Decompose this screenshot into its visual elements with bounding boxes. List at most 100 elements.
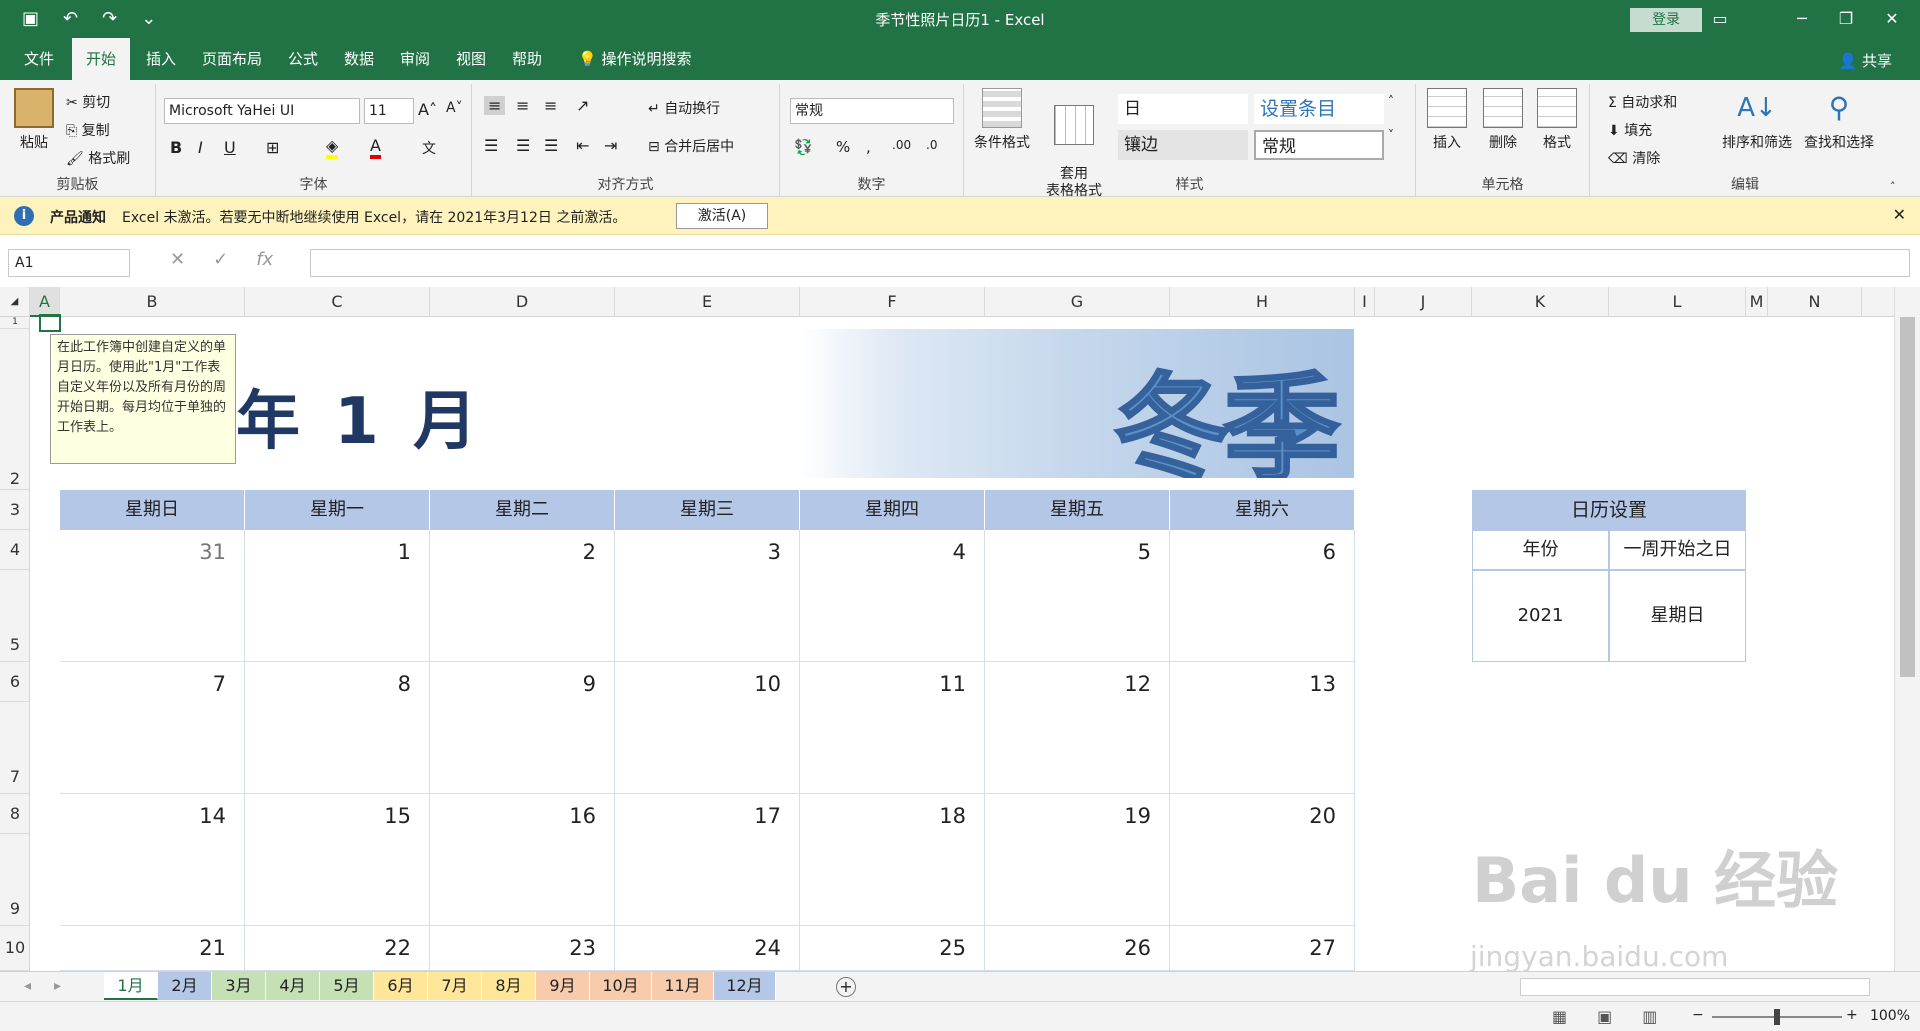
fill-color-icon[interactable]: ◈ [326,136,339,159]
normal-view-icon[interactable]: ▦ [1552,1007,1567,1026]
sheet-tab[interactable]: 4月 [266,972,320,1000]
day-cell[interactable]: 7 [60,662,245,794]
prev-sheet-icon[interactable]: ◂ [24,978,31,994]
sheet-tab[interactable]: 7月 [428,972,482,1000]
column-header[interactable]: C [245,287,430,317]
increase-decimal-icon[interactable]: .00 [892,138,911,152]
day-cell[interactable]: 10 [615,662,800,794]
orientation-icon[interactable]: ↗ [576,96,589,115]
row-header[interactable]: 8 [0,794,30,834]
tab-insert[interactable]: 插入 [142,38,180,80]
column-header[interactable]: M [1746,287,1768,317]
day-cell[interactable]: 18 [800,794,985,926]
weekday-header[interactable]: 星期六 [1170,490,1355,530]
select-all-corner[interactable]: ◢ [0,287,30,317]
restore-icon[interactable]: ❐ [1826,4,1866,34]
day-cell[interactable]: 16 [430,794,615,926]
weekday-header[interactable]: 星期五 [985,490,1170,530]
phonetic-icon[interactable]: 文 [422,138,436,158]
sheet-tab[interactable]: 3月 [212,972,266,1000]
tab-home[interactable]: 开始 [72,38,131,80]
sheet-tab[interactable]: 10月 [590,972,652,1000]
tab-review[interactable]: 审阅 [396,38,434,80]
clear-button[interactable]: ⌫ 清除 [1608,148,1660,168]
style-cell-banded[interactable]: 镶边 [1118,130,1248,160]
column-header[interactable]: J [1375,287,1472,317]
name-box[interactable]: A1 [8,249,130,277]
font-color-icon[interactable]: A [370,136,381,159]
number-format-select[interactable]: 常规 [790,98,954,124]
borders-icon[interactable]: ⊞ [266,138,279,157]
column-header[interactable]: B [60,287,245,317]
tab-file[interactable]: 文件 [20,38,58,80]
insert-cells-button[interactable]: 插入 [1422,88,1472,152]
column-header[interactable]: G [985,287,1170,317]
sheet-tab[interactable]: 9月 [536,972,590,1000]
sheet-tab[interactable]: 11月 [652,972,714,1000]
font-name-select[interactable]: Microsoft YaHei UI [164,98,360,124]
font-size-select[interactable]: 11 [364,98,414,124]
zoom-level[interactable]: 100% [1870,1008,1910,1024]
weekday-header[interactable]: 星期四 [800,490,985,530]
weekday-header[interactable]: 星期三 [615,490,800,530]
comma-icon[interactable]: , [866,138,871,156]
share-button[interactable]: 👤 共享 [1839,50,1892,71]
close-icon[interactable]: ✕ [1872,4,1912,34]
tab-page-layout[interactable]: 页面布局 [198,38,266,80]
tab-formulas[interactable]: 公式 [284,38,322,80]
align-center-icon[interactable]: ☰ [516,136,530,155]
merge-center-button[interactable]: ⊟ 合并后居中 [648,136,734,156]
align-middle-icon[interactable]: ≡ [516,96,529,115]
login-button[interactable]: 登录 [1630,8,1702,32]
style-cell-setting[interactable]: 设置条目 [1254,94,1384,124]
day-cell[interactable]: 14 [60,794,245,926]
decrease-indent-icon[interactable]: ⇤ [576,136,589,155]
row-header[interactable]: 5 [0,570,30,662]
currency-icon[interactable]: 💱 [794,138,813,156]
format-cells-button[interactable]: 格式 [1532,88,1582,152]
day-cell[interactable]: 26 [985,926,1170,971]
enter-icon[interactable]: ✓ [213,249,228,270]
add-sheet-icon[interactable]: + [836,977,856,997]
day-cell[interactable]: 24 [615,926,800,971]
column-header[interactable]: N [1768,287,1862,317]
tab-data[interactable]: 数据 [340,38,378,80]
horizontal-scrollbar[interactable] [1520,978,1870,996]
conditional-formatting-button[interactable]: 条件格式 [972,88,1032,152]
percent-icon[interactable]: % [836,138,850,156]
row-header[interactable]: 4 [0,530,30,570]
tab-view[interactable]: 视图 [452,38,490,80]
paste-button[interactable]: 粘贴 [12,88,56,152]
increase-indent-icon[interactable]: ⇥ [604,136,617,155]
day-cell[interactable]: 3 [615,530,800,662]
day-cell[interactable]: 15 [245,794,430,926]
sheet-tab[interactable]: 5月 [320,972,374,1000]
styles-more-icon[interactable]: ˅ [1388,128,1394,142]
insert-function-icon[interactable]: fx [256,249,273,270]
day-cell[interactable]: 4 [800,530,985,662]
vertical-scrollbar[interactable] [1894,287,1920,971]
align-top-icon[interactable]: ≡ [484,96,506,115]
day-cell[interactable]: 27 [1170,926,1355,971]
styles-scroll-up-icon[interactable]: ˄ [1388,94,1394,108]
tell-me-search[interactable]: 💡 操作说明搜索 [574,38,695,80]
column-header[interactable]: L [1609,287,1746,317]
weekday-header[interactable]: 星期日 [60,490,245,530]
day-cell[interactable]: 13 [1170,662,1355,794]
day-cell[interactable]: 9 [430,662,615,794]
style-cell-normal[interactable]: 常规 [1254,130,1384,160]
row-header[interactable]: 2 [0,329,30,490]
sheet-tab[interactable]: 6月 [374,972,428,1000]
column-header[interactable]: I [1355,287,1375,317]
zoom-slider-knob[interactable] [1774,1009,1780,1025]
row-header[interactable]: 3 [0,490,30,530]
day-cell[interactable]: 6 [1170,530,1355,662]
next-sheet-icon[interactable]: ▸ [54,978,61,994]
ribbon-display-icon[interactable]: ▭ [1700,4,1740,34]
italic-icon[interactable]: I [198,138,203,157]
autosum-button[interactable]: Σ 自动求和 [1608,92,1677,112]
day-cell[interactable]: 11 [800,662,985,794]
underline-icon[interactable]: U [224,138,236,157]
column-header[interactable]: F [800,287,985,317]
row-header[interactable]: 1 [0,317,30,329]
